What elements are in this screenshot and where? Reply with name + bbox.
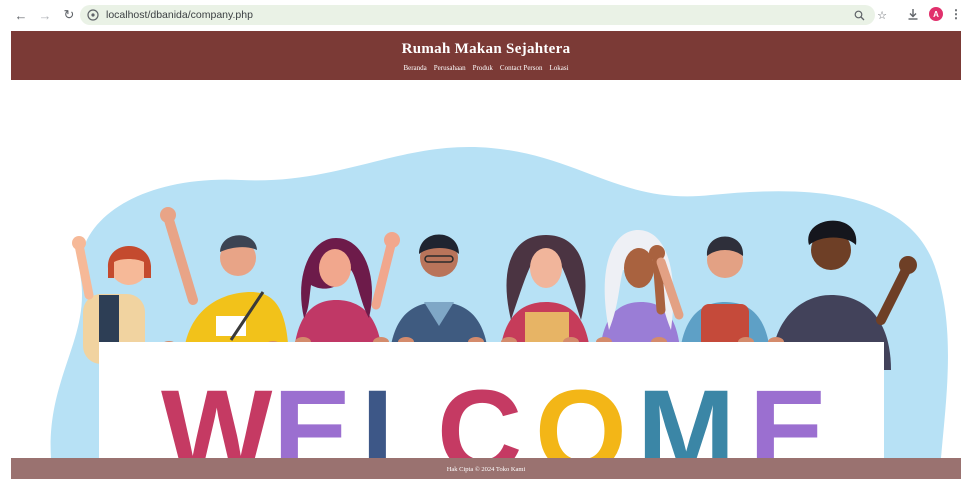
back-icon[interactable]: ← bbox=[12, 6, 30, 24]
nav-link-perusahaan[interactable]: Perusahaan bbox=[434, 64, 466, 72]
bookmark-star-icon[interactable]: ☆ bbox=[875, 8, 889, 22]
address-bar[interactable]: localhost/dbanida/company.php ☆ bbox=[80, 5, 887, 25]
profile-initial: A bbox=[929, 7, 943, 21]
browser-toolbar: ← → ↻ localhost/dbanida/company.php ☆ A … bbox=[0, 0, 962, 30]
welcome-letter-o: O bbox=[535, 366, 627, 458]
url-text[interactable]: localhost/dbanida/company.php bbox=[106, 9, 253, 21]
reload-icon[interactable]: ↻ bbox=[60, 6, 78, 24]
nav-link-lokasi[interactable]: Lokasi bbox=[549, 64, 568, 72]
nav-link-produk[interactable]: Produk bbox=[473, 64, 493, 72]
welcome-letter-l: L bbox=[361, 366, 433, 458]
menu-kebab-icon[interactable]: ⋮ bbox=[948, 6, 962, 22]
nav-link-beranda[interactable]: Beranda bbox=[403, 64, 426, 72]
welcome-letter-w: W bbox=[161, 366, 273, 458]
welcome-letters: W E L C O M E bbox=[161, 366, 828, 458]
profile-avatar[interactable]: A bbox=[928, 6, 944, 22]
welcome-letter-c: C bbox=[437, 366, 522, 458]
site-nav: Beranda Perusahaan Produk Contact Person… bbox=[11, 64, 961, 72]
download-icon[interactable] bbox=[905, 6, 921, 22]
welcome-illustration: W E L C O M E bbox=[50, 147, 948, 458]
footer-copyright: Hak Cipta © 2024 Toko Kami bbox=[446, 466, 526, 473]
welcome-hero-image: W E L C O M E bbox=[11, 80, 961, 458]
nav-link-contact-person[interactable]: Contact Person bbox=[500, 64, 543, 72]
site-title: Rumah Makan Sejahtera bbox=[401, 41, 571, 57]
site-info-icon[interactable] bbox=[86, 8, 100, 22]
zoom-icon[interactable] bbox=[852, 8, 866, 22]
site-header: Rumah Makan Sejahtera Beranda Perusahaan… bbox=[11, 31, 961, 80]
welcome-letter-m: M bbox=[637, 366, 735, 458]
welcome-letter-e1: E bbox=[273, 366, 352, 458]
forward-icon[interactable]: → bbox=[36, 6, 54, 24]
welcome-letter-e2: E bbox=[749, 366, 828, 458]
site-footer: Hak Cipta © 2024 Toko Kami bbox=[11, 458, 961, 479]
